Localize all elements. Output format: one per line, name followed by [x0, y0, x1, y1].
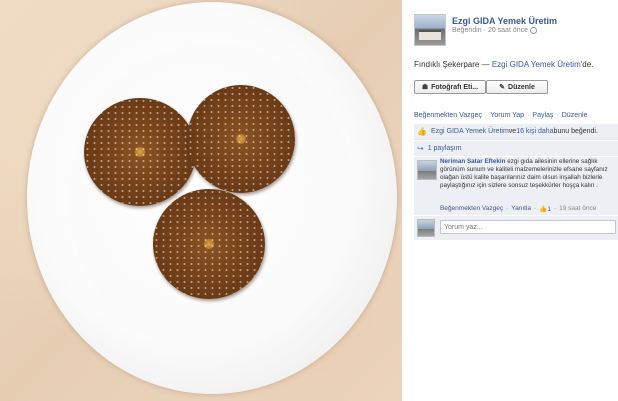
- edit-button[interactable]: ✎ Düzenle: [486, 80, 548, 94]
- unlike-link[interactable]: Beğenmekten Vazgeç: [414, 112, 482, 119]
- comment-time[interactable]: 19 saat önce: [559, 205, 596, 213]
- likes-and: ve: [508, 128, 517, 135]
- comment-unlike-link[interactable]: Beğenmekten Vazgeç: [440, 205, 503, 213]
- tag-icon: ☗: [421, 84, 429, 91]
- tag-photo-button[interactable]: ☗ Fotoğrafı Eti...: [414, 80, 486, 94]
- cookie-top-left: [84, 98, 196, 206]
- cookie-top-right: [187, 85, 295, 193]
- caption-title: Fındıklı Şekerpare: [414, 60, 480, 69]
- comment-composer: [414, 216, 618, 240]
- globe-icon[interactable]: [530, 27, 538, 34]
- share-icon: ↪: [417, 144, 424, 153]
- comment-author-link[interactable]: Neriman Satar Eftekin: [440, 158, 505, 165]
- post-actions: Beğenmekten Vazgeç · Yorum Yap · Paylaş …: [414, 112, 587, 119]
- separator: ·: [556, 112, 559, 119]
- likes-suffix: bunu beğendi.: [553, 128, 598, 135]
- page-name-link[interactable]: Ezgi GIDA Yemek Üretim: [452, 16, 557, 26]
- comment-input[interactable]: [440, 220, 616, 234]
- pencil-icon: ✎: [499, 84, 506, 91]
- page-avatar[interactable]: [414, 14, 446, 46]
- share-link[interactable]: Paylaş: [532, 112, 553, 119]
- shares-count-link[interactable]: 1 paylaşım: [428, 145, 462, 152]
- post-time[interactable]: 20 saat önce: [488, 27, 528, 34]
- liked-label[interactable]: Beğendin: [452, 27, 482, 34]
- edit-link[interactable]: Düzenle: [562, 112, 588, 119]
- comment: Neriman Satar Eftekin ezgi gıda ailesini…: [414, 157, 618, 215]
- comment-like-count-value: 1: [547, 206, 551, 213]
- thumbs-up-icon: 👍: [417, 127, 427, 136]
- commenter-avatar[interactable]: [417, 160, 437, 180]
- post-caption: Fındıklı Şekerpare — Ezgi GIDA Yemek Üre…: [414, 60, 593, 69]
- edit-label: Düzenle: [508, 83, 535, 91]
- comment-link[interactable]: Yorum Yap: [490, 112, 524, 119]
- comment-reply-link[interactable]: Yanıtla: [511, 205, 531, 213]
- cookie-bottom: [153, 189, 265, 299]
- meta-separator: ·: [483, 27, 486, 34]
- separator: ·: [527, 112, 530, 119]
- caption-page-link[interactable]: Ezgi GIDA Yemek Üretim: [492, 60, 581, 69]
- post-photo[interactable]: [0, 0, 402, 401]
- comment-body: Neriman Satar Eftekin ezgi gıda ailesini…: [440, 158, 616, 190]
- tag-photo-label: Fotoğrafı Eti...: [431, 83, 479, 91]
- caption-suffix: 'de.: [580, 60, 594, 69]
- separator: ·: [484, 112, 488, 119]
- likes-page-link[interactable]: Ezgi GIDA Yemek Üretim: [431, 128, 509, 135]
- viewer-avatar: [417, 219, 435, 237]
- post-side-panel: Ezgi GIDA Yemek Üretim Beğendin · 20 saa…: [402, 0, 618, 401]
- likes-summary: 👍 Ezgi GIDA Yemek Üretim ve 16 kişi daha…: [414, 124, 618, 140]
- separator: ·: [534, 205, 537, 212]
- comment-actions: Beğenmekten Vazgeç · Yanıtla · 👍1 · 19 s…: [440, 205, 596, 213]
- comment-like-count[interactable]: 👍1: [539, 205, 551, 213]
- separator: ·: [553, 205, 557, 212]
- likes-others-link[interactable]: 16 kişi daha: [516, 128, 553, 135]
- shares-summary[interactable]: ↪ 1 paylaşım: [414, 141, 618, 156]
- separator: ·: [506, 205, 509, 212]
- caption-separator: —: [479, 60, 492, 69]
- post-meta: Beğendin · 20 saat önce: [452, 27, 538, 34]
